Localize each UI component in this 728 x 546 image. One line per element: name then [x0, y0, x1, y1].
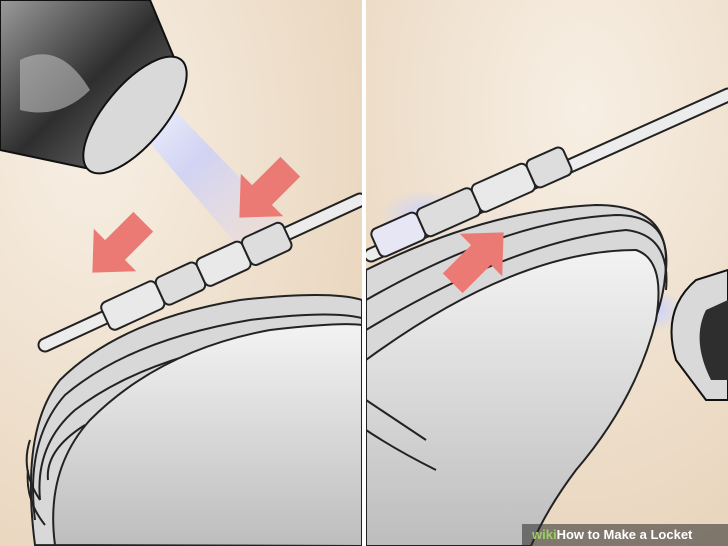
left-illustration — [0, 0, 362, 546]
right-illustration — [366, 0, 728, 546]
step-illustration-right — [366, 0, 728, 546]
wikihow-watermark: wikiHow to Make a Locket — [522, 524, 728, 546]
step-illustration-left — [0, 0, 362, 546]
watermark-title: How to Make a Locket — [556, 527, 693, 542]
watermark-brand: wiki — [532, 527, 557, 542]
